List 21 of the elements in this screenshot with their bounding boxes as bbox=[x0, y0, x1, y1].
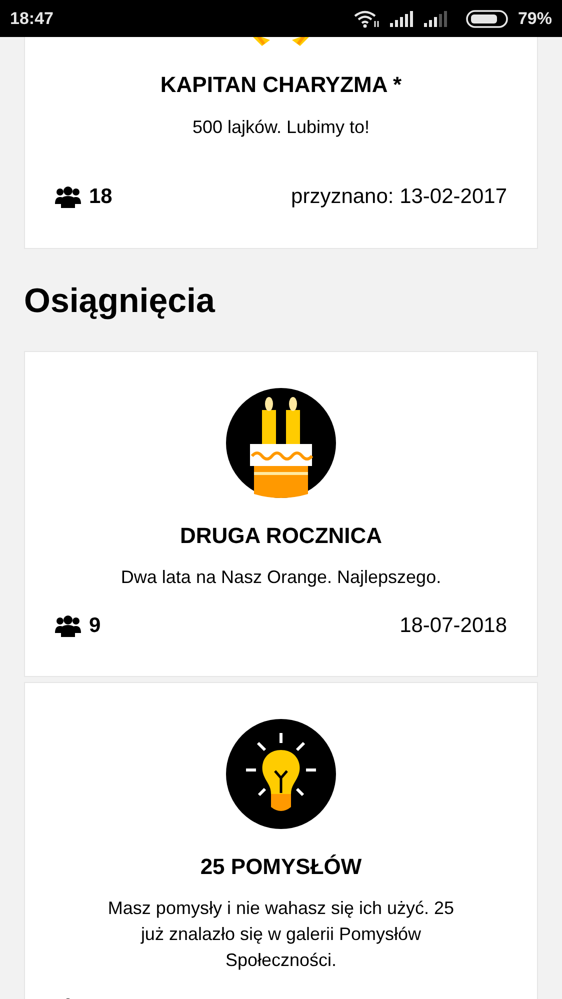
award-date: przyznano: 13-02-2017 bbox=[291, 184, 507, 210]
battery-icon bbox=[466, 10, 508, 28]
signal-icon bbox=[424, 10, 448, 26]
badge-description: 500 lajków. Lubimy to! bbox=[192, 116, 370, 139]
battery-percent: 79% bbox=[518, 8, 552, 30]
member-count: 18 bbox=[89, 184, 112, 210]
lightbulb-icon bbox=[226, 719, 336, 829]
signal-icon bbox=[390, 10, 414, 26]
badge-title: KAPITAN CHARYZMA * bbox=[160, 71, 402, 99]
people-icon bbox=[55, 615, 81, 637]
section-heading: Osiągnięcia bbox=[24, 283, 216, 319]
achievement-title: 25 POMYSŁÓW bbox=[200, 853, 362, 881]
people-icon bbox=[55, 186, 81, 208]
achievement-title: DRUGA ROCZNICA bbox=[180, 522, 382, 550]
achievement-description: Masz pomysły i nie wahasz się ich użyć. 25 już znalazło się w galerii Pomysłów Społeczności. bbox=[106, 897, 456, 972]
member-count: 9 bbox=[89, 613, 101, 640]
achievement-description: Dwa lata na Nasz Orange. Najlepszego. bbox=[120, 566, 442, 589]
wifi-icon bbox=[354, 10, 380, 28]
award-date: 18-07-2018 bbox=[400, 613, 507, 640]
status-time: 18:47 bbox=[10, 8, 54, 30]
cake-icon bbox=[226, 388, 336, 498]
